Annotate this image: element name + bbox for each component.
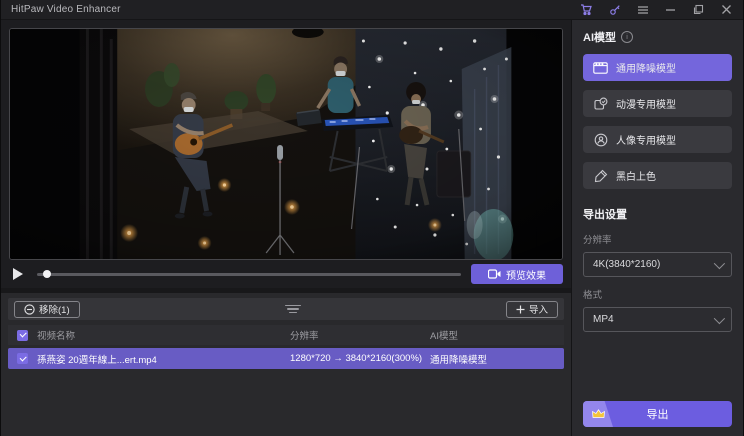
key-icon[interactable] [608,3,621,16]
export-button[interactable]: 导出 [583,401,732,427]
chevron-down-icon [714,257,725,268]
video-camera-icon [488,269,501,279]
window-controls [580,3,733,16]
row-resolution: 1280*720 → 3840*2160(300%) [290,353,430,364]
anime-icon [593,96,608,111]
format-value: MP4 [593,314,614,325]
main-area: 预览效果 移除(1) [1,20,571,436]
chevron-down-icon [714,312,725,323]
import-label: 导入 [529,302,548,316]
model-anime[interactable]: 动漫专用模型 [583,90,732,117]
crown-icon [583,401,613,427]
resolution-value: 4K(3840*2160) [593,259,660,270]
file-list-panel: 移除(1) 导入 视频名称 分辨率 AI模型 [1,293,571,436]
import-button[interactable]: 导入 [506,301,558,318]
row-filename: 孫燕姿 20週年線上...ert.mp4 [37,352,290,366]
drag-handle-icon[interactable] [285,305,301,314]
resolution-select[interactable]: 4K(3840*2160) [583,252,732,277]
minus-circle-icon [24,304,35,315]
preview-effect-button[interactable]: 预览效果 [471,264,563,284]
video-scene [10,29,562,259]
model-label: 动漫专用模型 [616,96,676,111]
seek-knob[interactable] [43,270,51,278]
seek-slider[interactable] [37,273,461,276]
plus-icon [516,305,525,314]
playbar: 预览效果 [1,260,571,288]
format-select[interactable]: MP4 [583,307,732,332]
model-label: 黑白上色 [616,168,656,183]
ai-models-title: AI模型 [583,29,616,45]
model-label: 人像专用模型 [616,132,676,147]
resolution-label: 分辨率 [583,232,732,246]
table-header: 视频名称 分辨率 AI模型 [8,325,564,345]
select-all-checkbox[interactable] [17,330,28,341]
menu-icon[interactable] [636,3,649,16]
column-name: 视频名称 [37,328,290,342]
table-row[interactable]: 孫燕姿 20週年線上...ert.mp4 1280*720 → 3840*216… [8,348,564,369]
colorize-brush-icon [593,168,608,183]
close-icon[interactable] [720,3,733,16]
file-list-toolbar: 移除(1) 导入 [8,298,564,320]
column-resolution: 分辨率 [290,328,430,342]
titlebar: HitPaw Video Enhancer [1,0,743,20]
app-window: HitPaw Video Enhancer [0,0,744,436]
remove-button[interactable]: 移除(1) [14,301,80,318]
model-colorize[interactable]: 黑白上色 [583,162,732,189]
format-label: 格式 [583,287,732,301]
info-icon[interactable]: i [621,31,633,43]
model-portrait[interactable]: 人像专用模型 [583,126,732,153]
sidebar: AI模型 i 通用降噪模型 [571,20,743,436]
portrait-icon [593,132,608,147]
cart-icon[interactable] [580,3,593,16]
export-settings-title: 导出设置 [583,206,732,222]
model-general-denoise[interactable]: 通用降噪模型 [583,54,732,81]
model-label: 通用降噪模型 [616,60,676,75]
play-button[interactable] [13,267,27,281]
preview-effect-label: 预览效果 [506,267,546,282]
column-model: AI模型 [430,328,555,342]
remove-label: 移除(1) [39,302,70,316]
film-frame-icon [593,60,608,75]
play-icon [13,268,23,280]
video-preview [9,28,563,260]
maximize-icon[interactable] [692,3,705,16]
app-title: HitPaw Video Enhancer [11,4,121,15]
row-model: 通用降噪模型 [430,352,555,366]
export-label: 导出 [613,406,702,422]
minimize-icon[interactable] [664,3,677,16]
row-checkbox[interactable] [17,353,28,364]
